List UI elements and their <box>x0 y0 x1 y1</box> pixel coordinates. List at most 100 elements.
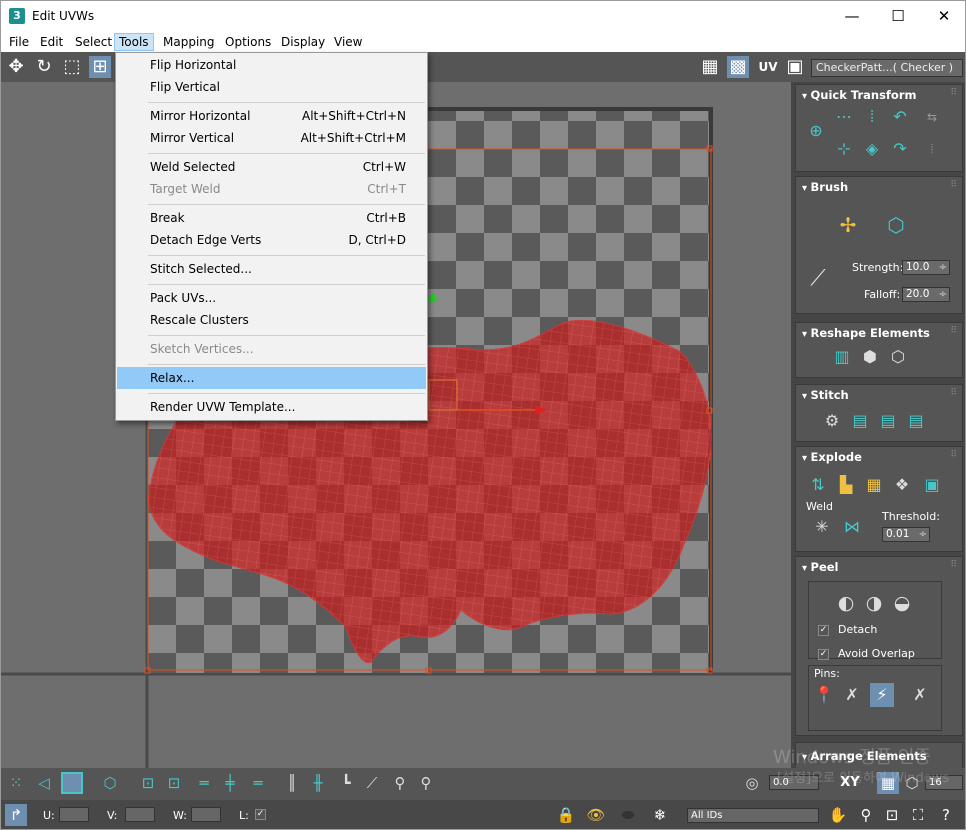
explode-header[interactable]: Explode <box>802 450 862 464</box>
texture-settings-icon[interactable]: ▣ <box>784 56 806 78</box>
peel-header[interactable]: Peel <box>802 560 839 574</box>
checker-toggle-icon[interactable]: ▦ <box>699 56 721 78</box>
grow-select-icon[interactable]: ⊡ <box>137 772 159 794</box>
linear-align-icon[interactable]: ◈ <box>860 137 884 161</box>
w-field[interactable] <box>191 807 221 822</box>
u-field[interactable] <box>59 807 89 822</box>
v-field[interactable] <box>125 807 155 822</box>
freeze-icon[interactable]: ❄ <box>649 804 671 826</box>
brush-header[interactable]: Brush <box>802 180 849 194</box>
menu-item-mirror-vertical[interactable]: Mirror Vertical Alt+Shift+Ctrl+M <box>117 127 426 149</box>
help-icon[interactable]: ? <box>935 804 957 826</box>
menu-file[interactable]: File <box>5 33 33 51</box>
edge-mode-icon[interactable]: ◁ <box>33 772 55 794</box>
rotate-options-icon[interactable]: ⇆ <box>920 105 944 129</box>
maximize-button[interactable]: ☐ <box>875 1 921 31</box>
zoom-icon[interactable]: ⚲ <box>855 804 877 826</box>
zoom-extents-icon[interactable]: ⛶ <box>907 804 929 826</box>
unpin-icon[interactable]: ✗ <box>840 683 864 707</box>
vertex-mode-icon[interactable]: ⁙ <box>5 772 27 794</box>
rotate-ccw-icon[interactable]: ↶ <box>888 105 912 129</box>
quick-transform-header[interactable]: Quick Transform <box>802 88 917 102</box>
explode-icon[interactable]: ⇅ <box>806 473 830 497</box>
menu-item-target-weld[interactable]: Target Weld Ctrl+T <box>117 178 426 200</box>
menu-mapping[interactable]: Mapping <box>159 33 219 51</box>
avoid-overlap-checkbox[interactable]: ✓ <box>818 649 829 660</box>
stitch-custom-icon[interactable]: ⚙ <box>820 409 844 433</box>
loop-shrink-icon[interactable]: ╫ <box>307 772 329 794</box>
strength-spinner[interactable]: 10.0 <box>902 260 950 275</box>
space-horizontal-icon[interactable]: ⊹ <box>832 137 856 161</box>
relax-options-icon[interactable]: ⬡ <box>886 345 910 369</box>
menu-item-flip-horizontal[interactable]: Flip Horizontal <box>117 54 426 76</box>
stitch-header[interactable]: Stitch <box>802 388 849 402</box>
menu-item-detach-edge-verts[interactable]: Detach Edge Verts D, Ctrl+D <box>117 229 426 251</box>
break-icon[interactable]: ▙ <box>834 473 858 497</box>
ring-grow-icon[interactable]: ╪ <box>219 772 241 794</box>
ring-select-icon[interactable]: ═ <box>193 772 215 794</box>
peel-reset-icon[interactable]: ◒ <box>890 591 914 615</box>
menu-tools[interactable]: Tools <box>114 33 154 51</box>
weld-selected-icon[interactable]: ⋈ <box>840 515 864 539</box>
rotate-icon[interactable]: ↻ <box>33 56 55 78</box>
show-map-icon[interactable]: ▩ <box>727 56 749 78</box>
menu-edit[interactable]: Edit <box>36 33 67 51</box>
menu-options[interactable]: Options <box>221 33 275 51</box>
quick-peel-icon[interactable]: ◐ <box>834 591 858 615</box>
menu-item-flip-vertical[interactable]: Flip Vertical <box>117 76 426 98</box>
zoom-region-icon[interactable]: ⊡ <box>881 804 903 826</box>
menu-item-pack-uvs[interactable]: Pack UVs... <box>117 287 426 309</box>
relax-icon[interactable]: ⬢ <box>858 345 882 369</box>
move-icon[interactable]: ✥ <box>5 56 27 78</box>
flatten-icon[interactable]: ❖ <box>890 473 914 497</box>
rotate-cw-icon[interactable]: ↷ <box>888 137 912 161</box>
show-icon[interactable]: ⬬ <box>617 804 639 826</box>
loop-select-icon[interactable]: ═ <box>247 772 269 794</box>
checker-pattern-select[interactable]: CheckerPatt...( Checker ) <box>811 59 963 77</box>
menu-item-render-uvw-template[interactable]: Render UVW Template... <box>117 396 426 418</box>
relax-brush-icon[interactable]: ⬡ <box>884 213 908 237</box>
menu-display[interactable]: Display <box>277 33 329 51</box>
align-horizontal-icon[interactable]: ⋯ <box>832 105 856 129</box>
threshold-spinner[interactable]: 0.01 <box>882 527 930 542</box>
select-overlap-icon[interactable]: ┗ <box>335 772 357 794</box>
brush-line-icon[interactable]: ⟋ <box>806 267 830 291</box>
freeform-gizmo-icon[interactable]: ⊕ <box>804 119 828 143</box>
falloff-spinner[interactable]: 20.0 <box>902 287 950 302</box>
uv-label[interactable]: UV <box>756 56 780 78</box>
explode-settings-icon[interactable]: ▣ <box>920 473 944 497</box>
menu-item-relax[interactable]: Relax... <box>117 367 426 389</box>
minimize-button[interactable]: — <box>829 1 875 31</box>
pin-icon[interactable]: 📍 <box>812 683 836 707</box>
menu-item-rescale-clusters[interactable]: Rescale Clusters <box>117 309 426 331</box>
space-options-icon[interactable]: ⦙ <box>920 137 944 161</box>
paint-grow-icon[interactable]: ⚲ <box>389 772 411 794</box>
menu-item-mirror-horizontal[interactable]: Mirror Horizontal Alt+Shift+Ctrl+N <box>117 105 426 127</box>
lock-icon[interactable]: 🔒 <box>555 804 577 826</box>
absolute-mode-icon[interactable]: ↱ <box>5 804 27 826</box>
pan-icon[interactable]: ✋ <box>827 804 849 826</box>
element-mode-icon[interactable]: ⬡ <box>99 772 121 794</box>
auto-pin-icon[interactable]: ⚡ <box>870 683 894 707</box>
close-button[interactable]: ✕ <box>921 1 965 31</box>
scale-icon[interactable]: ⬚ <box>61 56 83 78</box>
freeform-icon[interactable]: ⊞ <box>89 56 111 78</box>
straighten-icon[interactable]: ▥ <box>830 345 854 369</box>
menu-select[interactable]: Select <box>71 33 116 51</box>
material-id-select[interactable]: All IDs <box>687 808 819 823</box>
align-vertical-icon[interactable]: ⦙ <box>860 105 884 129</box>
menu-item-break[interactable]: Break Ctrl+B <box>117 207 426 229</box>
polygon-mode-icon[interactable] <box>61 772 83 794</box>
shrink-select-icon[interactable]: ⊡ <box>163 772 185 794</box>
menu-item-weld-selected[interactable]: Weld Selected Ctrl+W <box>117 156 426 178</box>
peel-mode-icon[interactable]: ◑ <box>862 591 886 615</box>
paint-select-icon[interactable]: ⟋ <box>361 772 383 794</box>
pin-select-icon[interactable]: ✗ <box>908 683 932 707</box>
hide-icon[interactable]: 👁 <box>585 804 607 826</box>
menu-item-sketch-vertices[interactable]: Sketch Vertices... <box>117 338 426 360</box>
loop-grow-icon[interactable]: ║ <box>281 772 303 794</box>
menu-view[interactable]: View <box>330 33 366 51</box>
paint-move-icon[interactable]: ✢ <box>836 213 860 237</box>
menu-item-stitch-selected[interactable]: Stitch Selected... <box>117 258 426 280</box>
stitch-average-icon[interactable]: ▤ <box>876 409 900 433</box>
